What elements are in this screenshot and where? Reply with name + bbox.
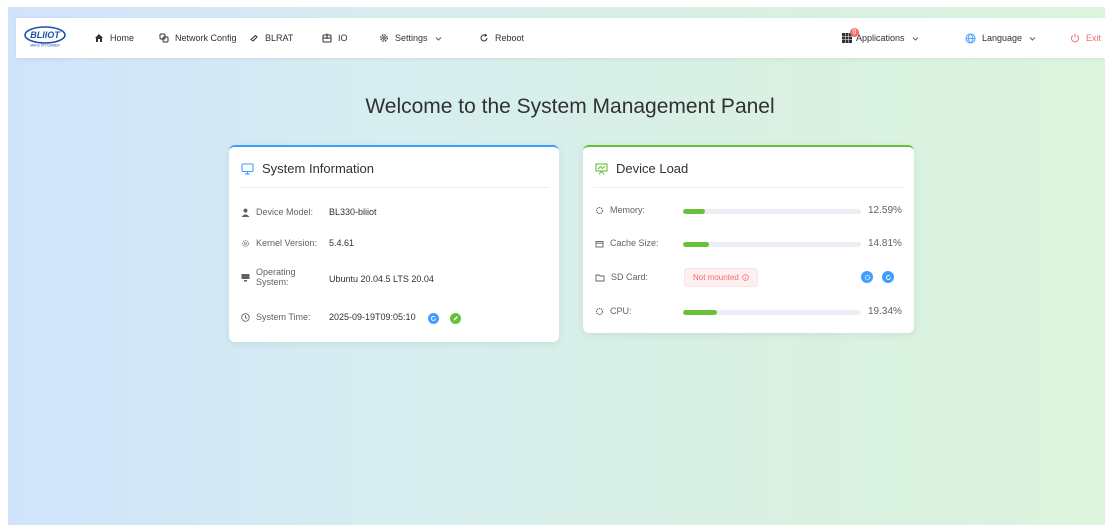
- gear-icon: [241, 239, 250, 247]
- sd-card-status-text: Not mounted: [693, 273, 739, 282]
- operating-system-label: Operating System:: [241, 267, 296, 287]
- power-icon: [1071, 33, 1079, 43]
- card-divider: [593, 187, 904, 188]
- nav-blrat-label: BLRAT: [265, 33, 294, 43]
- nav-home[interactable]: Home: [94, 18, 134, 58]
- chevron-down-icon: [912, 36, 918, 41]
- clock-icon: [241, 312, 250, 322]
- chevron-down-icon: [1029, 36, 1036, 41]
- page-headline: Welcome to the System Management Panel: [365, 95, 775, 118]
- applications-notification-badge: 0: [850, 28, 859, 37]
- apps-icon-wrap: 0: [842, 28, 859, 43]
- device-model-value: BL330-bliiot: [329, 207, 377, 217]
- sd-card-label: SD Card:: [595, 272, 648, 282]
- nav-io[interactable]: IO: [322, 18, 348, 58]
- io-icon: [322, 33, 332, 43]
- edit-icon: [453, 316, 458, 321]
- refresh-icon: [480, 33, 488, 42]
- globe-icon: [965, 33, 976, 43]
- window-left-edge: [0, 0, 8, 525]
- user-icon: [241, 208, 250, 217]
- kernel-version-label: Kernel Version:: [241, 238, 317, 248]
- nav-settings-menu[interactable]: Settings: [379, 18, 442, 58]
- cache-progress-bar: [683, 242, 861, 247]
- network-icon: [159, 33, 169, 43]
- memory-label: Memory:: [595, 205, 645, 215]
- cache-size-label: Cache Size:: [595, 238, 659, 248]
- nav-reboot[interactable]: Reboot: [479, 18, 524, 58]
- gear-icon: [380, 34, 388, 42]
- sync-time-button[interactable]: [428, 313, 439, 324]
- cpu-label: CPU:: [595, 306, 632, 316]
- nav-network-config-label: Network Config: [175, 33, 237, 43]
- nav-settings-label: Settings: [395, 33, 428, 43]
- window-top-edge: [0, 0, 1105, 7]
- box-icon: [595, 240, 604, 247]
- folder-icon: [595, 274, 605, 281]
- memory-progress-bar: [683, 209, 861, 214]
- nav-language-label: Language: [982, 33, 1023, 43]
- link-icon: [250, 34, 258, 42]
- device-load-card: Device Load Memory: 12.59% Cache Size: 1…: [583, 145, 914, 333]
- device-load-title-text: Device Load: [616, 161, 689, 176]
- cpu-icon: [595, 307, 604, 315]
- device-model-label: Device Model:: [241, 207, 313, 217]
- home-icon: [95, 34, 103, 42]
- info-circle-icon: [742, 274, 749, 281]
- logo-text: BLIIOT: [30, 30, 61, 40]
- sync-icon: [431, 316, 436, 321]
- system-time-value: 2025-09-19T09:05:10: [329, 312, 416, 322]
- presentation-chart-icon: [595, 162, 608, 175]
- nav-applications-menu[interactable]: 0 Applications: [842, 18, 919, 58]
- system-information-card: System Information Device Model: BL330-b…: [229, 145, 559, 342]
- device-load-title: Device Load: [595, 161, 688, 176]
- operating-system-label-line1: Operating: [256, 267, 296, 277]
- cpu-progress-fill: [683, 310, 718, 315]
- top-navigation-bar: BLIIOT MAKE IOT EASIER Home Network Conf…: [16, 18, 1105, 58]
- bliiot-logo[interactable]: BLIIOT MAKE IOT EASIER: [23, 26, 67, 48]
- system-information-title-text: System Information: [262, 161, 374, 176]
- nav-exit[interactable]: Exit: [1070, 18, 1101, 58]
- nav-network-config[interactable]: Network Config: [159, 18, 237, 58]
- nav-blrat[interactable]: BLRAT: [249, 18, 293, 58]
- sd-card-settings-button[interactable]: [861, 271, 873, 283]
- logo-tagline: MAKE IOT EASIER: [30, 44, 60, 48]
- nav-home-label: Home: [110, 33, 135, 43]
- desktop-icon: [241, 273, 250, 281]
- sd-card-refresh-button[interactable]: [882, 271, 894, 283]
- system-time-label: System Time:: [241, 312, 311, 322]
- nav-reboot-label: Reboot: [495, 33, 525, 43]
- cpu-percent: 19.34%: [868, 306, 902, 317]
- gear-icon: [864, 274, 870, 280]
- system-information-title: System Information: [241, 161, 374, 176]
- nav-exit-label: Exit: [1086, 33, 1102, 43]
- edit-time-button[interactable]: [450, 313, 461, 324]
- sd-card-status-tag: Not mounted: [684, 268, 758, 287]
- chip-icon: [595, 206, 604, 214]
- operating-system-label-line2: System:: [256, 277, 289, 287]
- chevron-down-icon: [435, 36, 441, 41]
- refresh-icon: [885, 274, 891, 280]
- memory-progress-fill: [683, 209, 706, 214]
- cache-progress-fill: [683, 242, 710, 247]
- nav-language-menu[interactable]: Language: [965, 18, 1036, 58]
- memory-percent: 12.59%: [868, 205, 902, 216]
- nav-applications-label: Applications: [856, 33, 905, 43]
- monitor-icon: [241, 162, 254, 175]
- kernel-version-value: 5.4.61: [329, 238, 355, 248]
- card-divider: [239, 187, 549, 188]
- cache-percent: 14.81%: [868, 238, 902, 249]
- operating-system-value: Ubuntu 20.04.5 LTS 20.04: [329, 274, 434, 284]
- cpu-progress-bar: [683, 310, 861, 315]
- nav-io-label: IO: [338, 33, 348, 43]
